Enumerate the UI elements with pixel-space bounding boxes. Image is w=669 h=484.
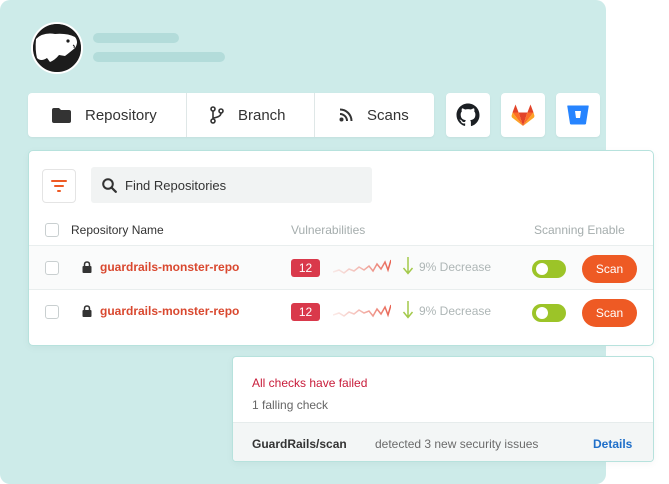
tab-scans[interactable]: Scans (314, 93, 434, 137)
arrow-down-icon (402, 257, 414, 275)
vulnerability-trend-sparkline (333, 304, 391, 318)
checks-count: 1 falling check (252, 398, 329, 412)
bitbucket-button[interactable] (556, 93, 600, 137)
folder-icon (52, 107, 71, 123)
branch-icon (210, 106, 224, 124)
skeleton-line (93, 33, 179, 43)
rss-icon (339, 108, 353, 122)
skeleton-line (93, 52, 225, 62)
github-icon (456, 103, 480, 127)
vulnerability-count-badge: 12 (291, 259, 320, 277)
tab-branch[interactable]: Branch (186, 93, 314, 137)
repositories-card: Repository Name Vulnerabilities Scanning… (28, 150, 654, 346)
repository-name-link[interactable]: guardrails-monster-repo (100, 260, 239, 274)
gitlab-icon (511, 104, 535, 126)
checks-panel: All checks have failed 1 falling check G… (232, 356, 654, 462)
vulnerability-count-badge: 12 (291, 303, 320, 321)
row-checkbox[interactable] (45, 305, 59, 319)
trend-text: 9% Decrease (419, 304, 492, 318)
filter-icon (51, 180, 67, 192)
github-button[interactable] (446, 93, 490, 137)
search-input[interactable] (125, 177, 355, 193)
scanning-toggle[interactable] (532, 260, 566, 278)
tab-branch-label: Branch (238, 106, 286, 124)
bitbucket-icon (567, 105, 589, 125)
table-row: guardrails-monster-repo 12 9% Decrease S… (29, 245, 653, 290)
tab-repository[interactable]: Repository (28, 93, 186, 137)
tab-scans-label: Scans (367, 106, 409, 124)
repository-name-link[interactable]: guardrails-monster-repo (100, 304, 239, 318)
lock-icon (82, 261, 92, 273)
check-description: detected 3 new security issues (375, 437, 539, 451)
select-all-checkbox[interactable] (45, 223, 59, 237)
toggle-knob (536, 307, 548, 319)
toggle-knob (536, 263, 548, 275)
tab-bar: Repository Branch Scans (28, 93, 434, 137)
check-row: GuardRails/scan detected 3 new security … (233, 422, 653, 461)
trend-text: 9% Decrease (419, 260, 492, 274)
filter-button[interactable] (42, 169, 76, 203)
row-checkbox[interactable] (45, 261, 59, 275)
polar-bear-logo-icon (33, 24, 81, 72)
avatar[interactable] (31, 22, 83, 74)
vulnerability-trend-sparkline (333, 259, 391, 274)
scan-button[interactable]: Scan (582, 255, 637, 283)
checks-status: All checks have failed (252, 376, 368, 390)
details-link[interactable]: Details (593, 437, 632, 451)
lock-icon (82, 305, 92, 317)
scanning-toggle[interactable] (532, 304, 566, 322)
scan-button[interactable]: Scan (582, 299, 637, 327)
search-box (91, 167, 372, 203)
gitlab-button[interactable] (501, 93, 545, 137)
search-icon (102, 177, 117, 193)
column-header-vulnerabilities: Vulnerabilities (291, 223, 366, 237)
check-name: GuardRails/scan (252, 437, 347, 451)
arrow-down-icon (402, 301, 414, 319)
column-header-scanning-enable: Scanning Enable (534, 223, 625, 237)
column-header-repository-name: Repository Name (71, 223, 164, 237)
table-row: guardrails-monster-repo 12 9% Decrease S… (29, 289, 653, 334)
tab-repository-label: Repository (85, 106, 157, 124)
